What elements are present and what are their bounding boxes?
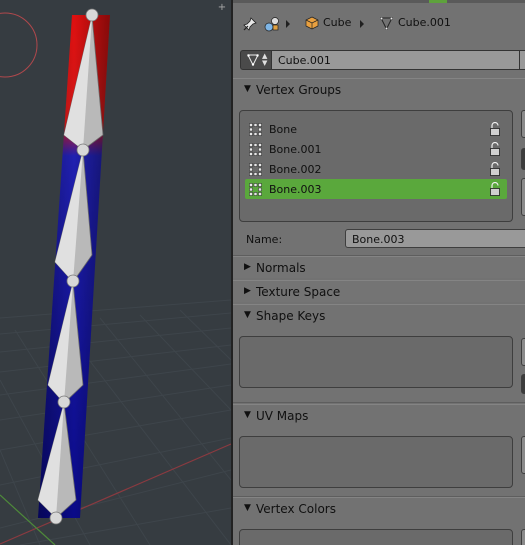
panel-title: Vertex Colors [256,502,336,516]
fake-user-button[interactable] [520,50,525,70]
vertex-group-icon [249,163,262,176]
cube-icon [305,16,319,30]
lock-open-icon[interactable] [489,122,501,136]
expanded-triangle-icon: ▼ [244,84,251,94]
vertex-group-name-field[interactable]: Bone.003 [345,229,525,248]
panel-title: Normals [256,261,306,275]
shape-keys-list[interactable] [239,336,513,388]
vertex-group-label: Bone [269,123,298,136]
divider [233,402,525,403]
vertex-group-list[interactable]: Bone Bone.001 Bone.002 Bone.003 [239,110,513,222]
add-vertex-color-button[interactable] [521,529,525,545]
vertex-group-label: Bone.001 [269,143,322,156]
up-down-arrows-icon: ▲ ▼ [262,52,268,67]
list-item-selected[interactable]: Bone.003 [245,179,507,199]
breadcrumb-object: Cube [323,16,352,29]
add-vertex-group-button[interactable] [521,110,525,138]
add-shape-key-button[interactable] [521,338,525,366]
panel-vertex-groups-header[interactable]: ▼ Vertex Groups [233,78,525,100]
panel-title: Shape Keys [256,309,326,323]
vertex-group-label: Bone.003 [269,183,322,196]
vertex-group-label: Bone.002 [269,163,322,176]
mesh-icon [380,17,393,30]
breadcrumb: Cube Cube.001 [233,8,525,38]
viewport-scene [0,8,231,545]
panel-shape-keys-header[interactable]: ▼ Shape Keys [233,304,525,326]
name-label: Name: [246,233,283,246]
vertex-colors-list[interactable] [239,529,513,545]
active-tab-indicator[interactable] [429,0,447,3]
expanded-triangle-icon: ▼ [244,310,251,320]
breadcrumb-arrow-icon [360,20,364,28]
mesh-name-field[interactable]: Cube.001 [272,50,520,70]
3d-viewport[interactable]: + [0,0,231,545]
list-item[interactable]: Bone.002 [245,159,507,179]
vertex-group-icon [249,143,262,156]
panel-normals-header[interactable]: ▶ Normals [233,256,525,278]
shape-key-specials-button[interactable] [521,374,525,394]
panel-vertex-colors-header[interactable]: ▼ Vertex Colors [233,497,525,519]
viewport-corner-plus-icon[interactable]: + [217,3,227,13]
add-uv-map-button[interactable] [521,436,525,474]
mesh-browse-button[interactable]: ▲ ▼ [240,50,272,70]
lock-open-icon[interactable] [489,182,501,196]
expanded-triangle-icon: ▼ [244,410,251,420]
breadcrumb-arrow-icon [286,20,290,28]
mesh-datablock-selector: ▲ ▼ Cube.001 [240,50,525,70]
expanded-triangle-icon: ▼ [244,503,251,513]
scene-icon [264,17,279,32]
collapsed-triangle-icon: ▶ [244,262,251,272]
vertex-group-icon [249,183,262,196]
panel-uv-maps-header[interactable]: ▼ UV Maps [233,404,525,426]
properties-editor: Cube Cube.001 ▲ ▼ Cube.001 ▼ Vertex Group… [233,0,525,545]
panel-title: Vertex Groups [256,83,342,97]
lock-open-icon[interactable] [489,142,501,156]
list-item[interactable]: Bone [245,119,507,139]
panel-title: UV Maps [256,409,309,423]
list-item[interactable]: Bone.001 [245,139,507,159]
panel-title: Texture Space [256,285,341,299]
vertex-group-icon [249,123,262,136]
mesh-icon [247,54,259,66]
tab-strip [233,0,525,3]
move-vertex-group-button[interactable] [521,178,525,216]
vertex-group-specials-button[interactable] [521,148,525,170]
panel-texture-space-header[interactable]: ▶ Texture Space [233,280,525,302]
collapsed-triangle-icon: ▶ [244,286,251,296]
lock-open-icon[interactable] [489,162,501,176]
breadcrumb-mesh: Cube.001 [398,16,451,29]
uv-maps-list[interactable] [239,436,513,488]
pin-icon[interactable] [243,17,257,31]
